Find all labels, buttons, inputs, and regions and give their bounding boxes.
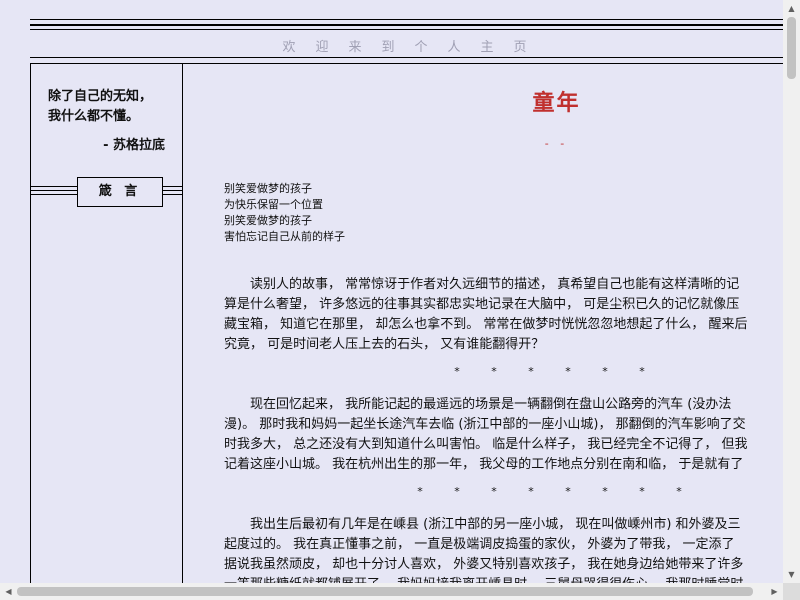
quote-author: - 苏格拉底 bbox=[103, 138, 165, 153]
welcome-char: 主 bbox=[480, 40, 498, 55]
sidebar: 除了自己的无知， 我什么都不懂。 - 苏格拉底 箴 言 bbox=[31, 64, 183, 583]
page-viewport: 欢迎来到个人主页 除了自己的无知， 我什么都不懂。 - 苏格拉底 箴 言 童年 … bbox=[0, 0, 783, 583]
scroll-right-icon[interactable]: ▶ bbox=[766, 583, 783, 600]
vertical-scroll-thumb[interactable] bbox=[787, 17, 796, 79]
section-divider-stars: * * * * * * bbox=[454, 365, 659, 378]
header-bottom-rule bbox=[30, 57, 783, 58]
quote-line: 我什么都不懂。 bbox=[48, 109, 140, 124]
paragraph-line: 时我多大， 总之还没有大到知道什么叫害怕。 临是什么样子， 我已经完全不记得了，… bbox=[224, 437, 748, 452]
paragraph-line: 据说我虽然顽皮， 却也十分讨人喜欢， 外婆又特别喜欢孩子， 我在她身边给她带来了… bbox=[224, 557, 744, 572]
paragraph-2: 现在回忆起来， 我所能记起的最遥远的场景是一辆翻倒在盘山公路旁的汽车 (没办法 … bbox=[224, 395, 783, 475]
paragraph-3: 我出生后最初有几年是在嵊县 (浙江中部的另一座小城， 现在叫做嵊州市) 和外婆及… bbox=[224, 515, 783, 583]
poem-line: 为快乐保留一个位置 bbox=[224, 198, 323, 211]
welcome-char: 人 bbox=[447, 40, 465, 55]
poem-line: 别笑爱做梦的孩子 bbox=[224, 214, 312, 227]
paragraph-line: 藏宝箱， 知道它在那里， 却怎么也拿不到。 常常在做梦时恍恍忽忽地想起了什么， … bbox=[224, 317, 748, 332]
welcome-banner: 欢迎来到个人主页 bbox=[30, 36, 783, 55]
sidebar-inner-border bbox=[182, 63, 183, 583]
section-divider-stars: * * * * * * * * bbox=[417, 485, 696, 498]
vertical-scrollbar[interactable]: ▲ ▼ bbox=[783, 0, 800, 583]
poem-line: 害怕忘记自己从前的样子 bbox=[224, 230, 345, 243]
quote-line: 除了自己的无知， bbox=[48, 89, 153, 104]
horizontal-scroll-thumb[interactable] bbox=[17, 587, 753, 596]
scroll-down-icon[interactable]: ▼ bbox=[783, 566, 800, 583]
paragraph-line: 读别人的故事， 常常惊讶于作者对久远细节的描述， 真希望自己也能有这样清晰的记 bbox=[224, 277, 740, 292]
scroll-up-icon[interactable]: ▲ bbox=[783, 0, 800, 17]
article-title: 童年 bbox=[532, 90, 581, 116]
paragraph-line: 究竟， 可是时间老人压上去的石头， 又有谁能翻得开？ bbox=[224, 337, 545, 352]
top-rule bbox=[30, 19, 783, 20]
welcome-char: 来 bbox=[348, 40, 366, 55]
paragraph-line: 我出生后最初有几年是在嵊县 (浙江中部的另一座小城， 现在叫做嵊州市) 和外婆及… bbox=[224, 517, 741, 532]
welcome-char: 到 bbox=[381, 40, 399, 55]
paragraph-line: 漫)。 那时我和妈妈一起坐长途汽车去临 (浙江中部的一座小山城)， 那翻倒的汽车… bbox=[224, 417, 746, 432]
section-label-motto: 箴 言 bbox=[77, 177, 163, 207]
top-rule bbox=[30, 29, 783, 30]
sidebar-quote: 除了自己的无知， 我什么都不懂。 bbox=[48, 87, 178, 127]
paragraph-line: 记着这座小山城。 我在杭州出生的那一年， 我父母的工作地点分别在南和临， 于是就… bbox=[224, 457, 744, 472]
paragraph-line: 现在回忆起来， 我所能记起的最遥远的场景是一辆翻倒在盘山公路旁的汽车 (没办法 bbox=[224, 397, 732, 412]
poem-line: 别笑爱做梦的孩子 bbox=[224, 182, 312, 195]
welcome-char: 页 bbox=[513, 40, 531, 55]
scroll-left-icon[interactable]: ◀ bbox=[0, 583, 17, 600]
welcome-char: 迎 bbox=[315, 40, 333, 55]
paragraph-1: 读别人的故事， 常常惊讶于作者对久远细节的描述， 真希望自己也能有这样清晰的记 … bbox=[224, 275, 783, 355]
top-rule-thick bbox=[30, 24, 783, 26]
title-dash: - - bbox=[544, 137, 569, 150]
welcome-char: 个 bbox=[414, 40, 432, 55]
paragraph-line: 算是什么奢望， 许多悠远的往事其实都忠实地记录在大脑中， 可是尘积已久的记忆就像… bbox=[224, 297, 740, 312]
paragraph-line: 一等那些糖纸就都铺展开了。 我妈妈接我离开嵊县时， 三舅母哭得很伤心。 我那时睡… bbox=[224, 575, 783, 583]
horizontal-scrollbar[interactable]: ◀ ▶ bbox=[0, 583, 783, 600]
welcome-char: 欢 bbox=[282, 40, 300, 55]
scrollbar-corner bbox=[783, 583, 800, 600]
poem: 别笑爱做梦的孩子 为快乐保留一个位置 别笑爱做梦的孩子 害怕忘记自己从前的样子 bbox=[224, 181, 345, 245]
paragraph-line: 起度过的。 我在真正懂事之前， 一直是极端调皮捣蛋的家伙， 外婆为了带我， 一定… bbox=[224, 537, 735, 552]
